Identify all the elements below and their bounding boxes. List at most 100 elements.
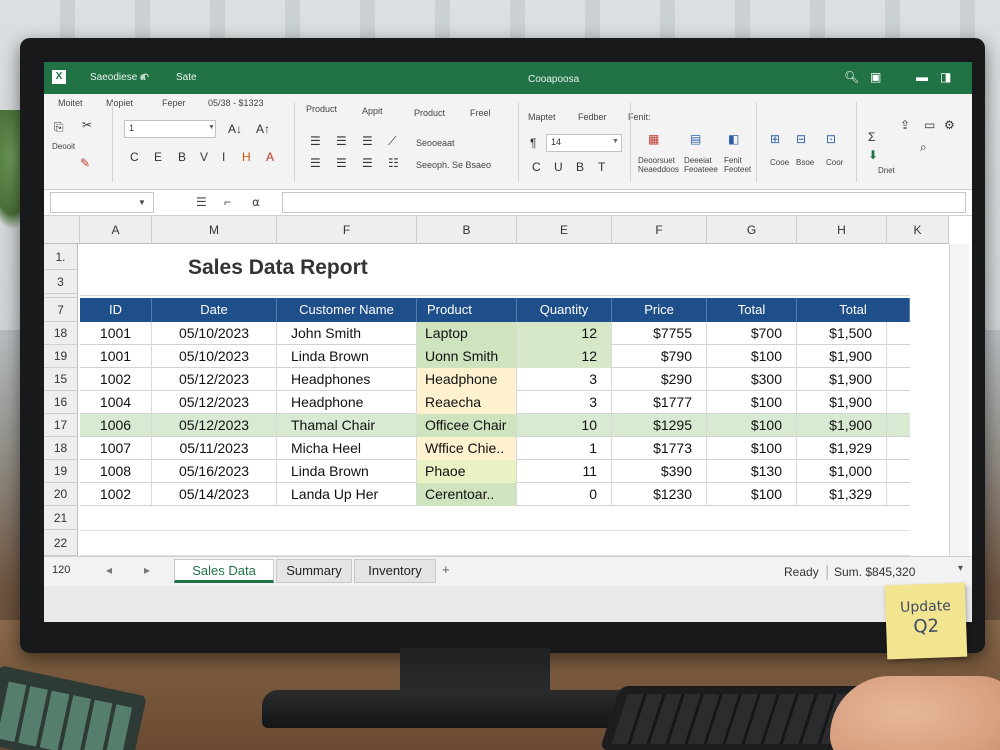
format-as-table-icon[interactable]: ▤ [690,132,701,146]
underline-button[interactable]: B [178,150,186,164]
wrap-text-icon[interactable]: ☷ [388,156,399,170]
row-header[interactable]: 21 [44,506,78,530]
cell-product[interactable]: Uonn Smith [417,345,517,368]
cell-customer[interactable]: Thamal Chair [277,414,417,437]
cell-total[interactable]: $300 [707,368,797,391]
cell-total[interactable]: $100 [707,345,797,368]
search-icon[interactable]: 🔍︎ [844,70,859,84]
row-header[interactable]: 19 [44,345,78,368]
row-header[interactable]: 19 [44,460,78,483]
column-header-e[interactable]: E [517,216,612,244]
tab-apply[interactable]: Appit [362,106,383,116]
tab-product[interactable]: Product [306,104,337,114]
insert-cells-icon[interactable]: ⊞ [770,132,780,146]
conditional-formatting-label[interactable]: Deoorsuet Neaeddoos [638,156,682,174]
cell-customer[interactable]: Linda Brown [277,345,417,368]
account-icon[interactable]: ▣ [870,70,881,84]
formula-input[interactable] [282,192,966,213]
cut-icon[interactable]: ✂ [82,118,92,132]
vertical-scrollbar[interactable] [949,244,969,556]
cell-price[interactable]: $7755 [612,322,707,345]
sheet-tab-sales-data[interactable]: Sales Data [174,559,274,583]
add-sheet-button[interactable]: + [442,562,450,577]
tab-home[interactable]: Mopiet [106,98,133,108]
save-label[interactable]: Sate [176,72,197,83]
cell-quantity[interactable]: 3 [517,391,612,414]
cell-styles-label[interactable]: Fenit Feoteet [724,156,760,174]
table-row[interactable]: 1001 05/10/2023 Linda Brown Uonn Smith 1… [80,345,910,368]
cell-total-2[interactable]: $1,329 [797,483,887,506]
number-format-icon[interactable]: ¶ [530,136,536,150]
header-customer-name[interactable]: Customer Name [277,298,417,322]
find-select-icon[interactable]: ⌕ [920,140,927,155]
row-header[interactable]: 18 [44,437,78,460]
cell-price[interactable]: $1773 [612,437,707,460]
cell-id[interactable]: 1002 [80,368,152,391]
column-header-h[interactable]: H [797,216,887,244]
header-total[interactable]: Total [707,298,797,322]
tab-file[interactable]: Moitet [58,98,83,108]
row-header[interactable]: 20 [44,483,78,506]
table-row[interactable]: 1004 05/12/2023 Headphone Reaecha 3 $177… [80,391,910,414]
header-quantity[interactable]: Quantity [517,298,612,322]
indent-button[interactable]: I [222,150,225,164]
undo-icon[interactable]: ↶ [140,71,149,84]
tab-feedback[interactable]: Fedber [578,112,607,122]
cell-id[interactable]: 1008 [80,460,152,483]
header-id[interactable]: ID [80,298,152,322]
table-row[interactable]: 1008 05/16/2023 Linda Brown Phaoe 11 $39… [80,460,910,483]
row-header[interactable]: 17 [44,414,78,437]
cell-date[interactable]: 05/16/2023 [152,460,277,483]
align-middle-icon[interactable]: ☰ [336,156,347,170]
row-header[interactable]: 15 [44,368,78,391]
style-item-2[interactable]: Seeoph. Se Bsaeo [416,160,491,170]
align-bottom-icon[interactable]: ☰ [362,156,373,170]
select-all-corner[interactable] [44,216,80,244]
highlight-button[interactable]: H [242,150,251,164]
cell-styles-icon[interactable]: ◧ [728,132,739,146]
header-date[interactable]: Date [152,298,277,322]
cell-total-2[interactable]: $1,900 [797,368,887,391]
strike-button[interactable]: V [200,150,208,164]
formula-menu-icon[interactable]: ☰ [196,195,207,209]
cell-price[interactable]: $1777 [612,391,707,414]
tab-free[interactable]: Freel [470,108,491,118]
cell-quantity[interactable]: 1 [517,437,612,460]
delete-label[interactable]: Bsoe [796,158,814,167]
cell-price[interactable]: $1295 [612,414,707,437]
decimal-button[interactable]: T [598,160,605,174]
cancel-entry-icon[interactable]: ⌐ [224,195,231,209]
cell-product[interactable]: Cerentoar.. [417,483,517,506]
format-cells-icon[interactable]: ⊡ [826,132,836,146]
cell-customer[interactable]: Linda Brown [277,460,417,483]
row-header[interactable]: 3 [44,270,78,294]
delete-cells-icon[interactable]: ⊟ [796,132,806,146]
cell-quantity[interactable]: 11 [517,460,612,483]
cell-id[interactable]: 1001 [80,322,152,345]
font-name-dropdown[interactable]: 1 [124,120,216,138]
cell-price[interactable]: $790 [612,345,707,368]
scroll-left-icon[interactable]: ◂ [106,563,112,577]
chevron-down-icon[interactable]: ▼ [208,124,215,131]
chevron-down-icon[interactable]: ▼ [138,198,146,207]
cell-date[interactable]: 05/14/2023 [152,483,277,506]
tab-paper[interactable]: Feper [162,98,186,108]
cell-product[interactable]: Officee Chair [417,414,517,437]
cell-total-2[interactable]: $1,929 [797,437,887,460]
table-row[interactable]: 1001 05/10/2023 John Smith Laptop 12 $77… [80,322,910,345]
cell-total-2[interactable]: $1,000 [797,460,887,483]
table-row[interactable]: 1002 05/12/2023 Headphones Headphone 3 $… [80,368,910,391]
insert-function-icon[interactable]: ⍺ [252,195,260,209]
header-total-2[interactable]: Total [797,298,910,322]
cell-customer[interactable]: John Smith [277,322,417,345]
cell-total[interactable]: $100 [707,414,797,437]
header-product[interactable]: Product [417,298,517,322]
cell-date[interactable]: 05/10/2023 [152,322,277,345]
cell-customer[interactable]: Micha Heel [277,437,417,460]
cell-quantity[interactable]: 10 [517,414,612,437]
table-row[interactable]: 1007 05/11/2023 Micha Heel Wffice Chie..… [80,437,910,460]
cell-total[interactable]: $100 [707,437,797,460]
currency-button[interactable]: C [532,160,541,174]
tab-map[interactable]: Maptet [528,112,556,122]
editing-label[interactable]: Dnet [878,166,895,175]
